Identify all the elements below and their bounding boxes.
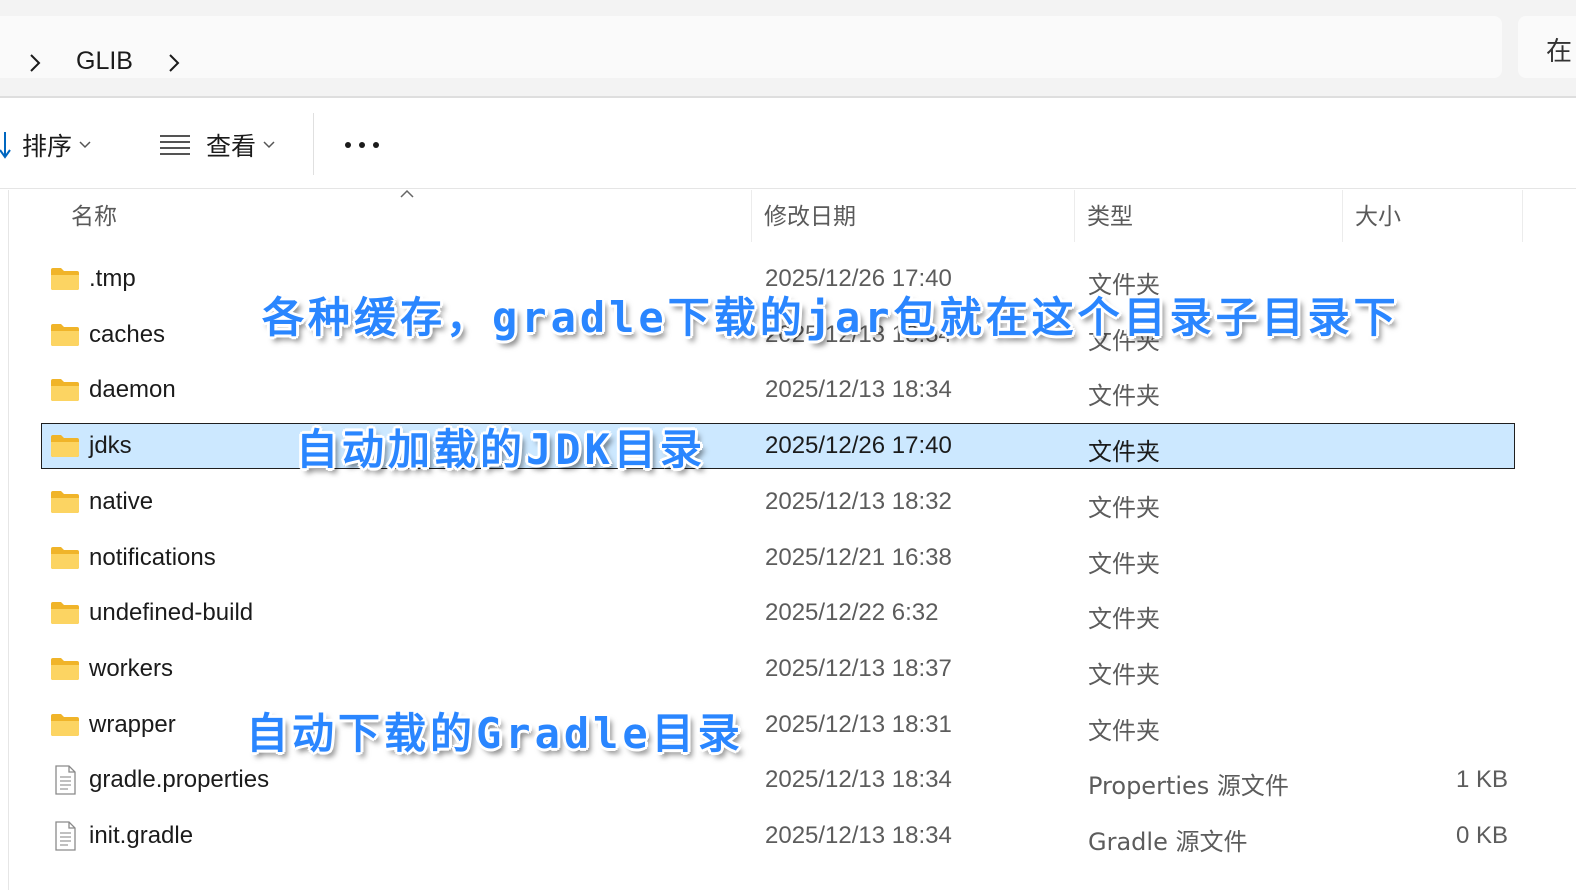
- more-options-button[interactable]: [344, 128, 380, 162]
- column-header-size[interactable]: 大小: [1343, 190, 1523, 242]
- file-date: 2025/12/13 18:37: [765, 654, 952, 682]
- file-type: 文件夹: [1088, 549, 1160, 578]
- more-icon: [345, 142, 379, 148]
- address-bar[interactable]: GLIB: [0, 16, 1502, 78]
- file-row[interactable]: daemon 2025/12/13 18:34 文件夹: [41, 367, 1515, 413]
- file-icon: [55, 821, 76, 851]
- chevron-down-icon: [79, 141, 91, 149]
- file-type: 文件夹: [1088, 660, 1160, 689]
- file-type: Gradle 源文件: [1088, 828, 1248, 856]
- file-type: 文件夹: [1088, 382, 1160, 411]
- folder-icon: [51, 490, 79, 513]
- command-bar: 排序 查看: [0, 98, 1576, 189]
- file-type: 文件夹: [1088, 493, 1160, 522]
- folder-icon: [51, 435, 79, 458]
- folder-icon: [51, 323, 79, 346]
- file-row[interactable]: undefined-build 2025/12/22 6:32 文件夹: [41, 590, 1515, 636]
- file-row[interactable]: init.gradle 2025/12/13 18:34 Gradle 源文件 0 K…: [41, 813, 1515, 859]
- sort-arrow-icon: [0, 132, 11, 159]
- file-date: 2025/12/13 18:31: [765, 710, 952, 738]
- file-date: 2025/12/26 17:40: [765, 432, 952, 460]
- breadcrumb-item[interactable]: GLIB: [76, 47, 133, 76]
- file-row[interactable]: gradle.properties 2025/12/13 18:34 Propert…: [41, 757, 1515, 803]
- toolbar-divider: [313, 113, 314, 175]
- file-name: notifications: [89, 543, 216, 571]
- folder-icon: [51, 657, 79, 680]
- search-placeholder: 在: [1546, 37, 1573, 67]
- annotation-caches: 各种缓存，gradle下载的jar包就在这个目录子目录下: [262, 293, 1400, 342]
- chevron-right-icon[interactable]: [24, 52, 46, 74]
- file-date: 2025/12/22 6:32: [765, 599, 939, 627]
- file-date: 2025/12/21 16:38: [765, 543, 952, 571]
- sort-label: 排序: [22, 132, 73, 161]
- file-row[interactable]: native 2025/12/13 18:32 文件夹: [41, 479, 1515, 525]
- file-size: 1 KB: [1455, 766, 1508, 794]
- file-name: caches: [89, 320, 166, 348]
- file-name: workers: [89, 654, 174, 682]
- file-type: Properties 源文件: [1088, 772, 1289, 801]
- file-name: jdks: [89, 432, 132, 460]
- file-row[interactable]: jdks 2025/12/26 17:40 文件夹: [41, 423, 1515, 470]
- file-type: 文件夹: [1088, 438, 1160, 467]
- file-date: 2025/12/13 18:32: [765, 487, 952, 515]
- file-type: 文件夹: [1088, 605, 1160, 634]
- file-date: 2025/12/13 18:34: [765, 822, 952, 849]
- file-icon: [55, 765, 76, 795]
- folder-icon: [51, 602, 79, 625]
- column-header-type[interactable]: 类型: [1075, 190, 1343, 242]
- file-date: 2025/12/13 18:34: [765, 376, 952, 404]
- chevron-down-icon: [263, 141, 275, 149]
- address-toolbar: GLIB 在: [0, 0, 1576, 98]
- annotation-wrapper: 自动下载的Gradle目录: [246, 709, 744, 758]
- file-name: wrapper: [89, 710, 176, 738]
- file-name: daemon: [89, 376, 176, 404]
- sort-button[interactable]: 排序: [0, 128, 92, 162]
- folder-icon: [51, 379, 79, 402]
- annotation-jdks: 自动加载的JDK目录: [296, 425, 706, 474]
- file-name: init.gradle: [89, 822, 194, 849]
- folder-icon: [51, 546, 79, 569]
- file-date: 2025/12/13 18:34: [765, 766, 952, 794]
- file-name: undefined-build: [89, 599, 254, 627]
- file-size: 0 KB: [1455, 822, 1508, 849]
- file-name: gradle.properties: [89, 766, 270, 794]
- chevron-right-icon[interactable]: [163, 52, 185, 74]
- file-name: native: [89, 487, 154, 515]
- file-type: 文件夹: [1088, 716, 1160, 745]
- column-header-date[interactable]: 修改日期: [752, 190, 1075, 242]
- file-name: .tmp: [89, 265, 136, 292]
- folder-icon: [51, 713, 79, 736]
- file-row[interactable]: notifications 2025/12/21 16:38 文件夹: [41, 535, 1515, 581]
- file-row[interactable]: workers 2025/12/13 18:37 文件夹: [41, 646, 1515, 692]
- view-button[interactable]: 查看: [158, 128, 276, 162]
- view-label: 查看: [206, 132, 257, 161]
- column-header-name[interactable]: 名称: [59, 190, 752, 242]
- folder-icon: [51, 268, 79, 290]
- list-view-icon: [160, 135, 190, 155]
- search-box[interactable]: 在: [1518, 16, 1576, 78]
